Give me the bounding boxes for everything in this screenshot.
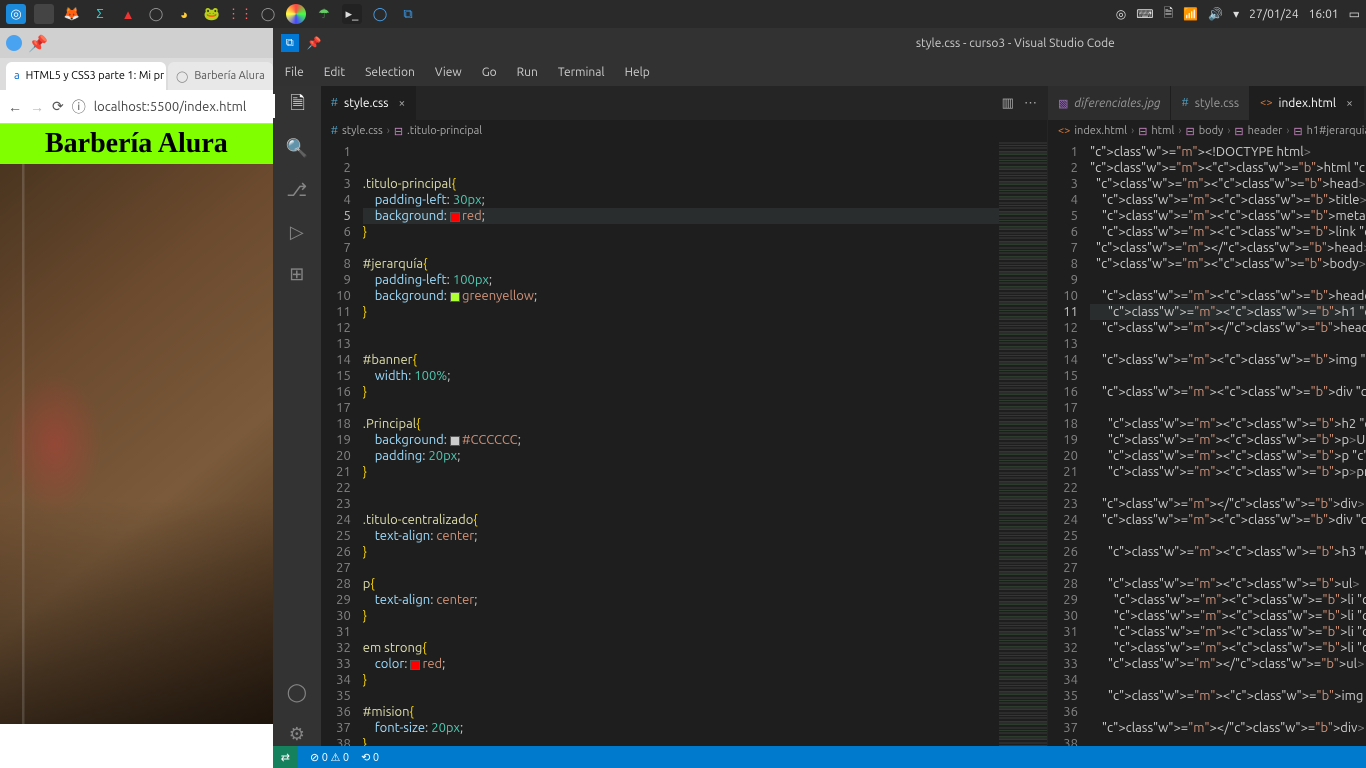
terminal-icon[interactable]: ▸_ (342, 4, 362, 24)
vscode-icon[interactable]: ⧉ (398, 4, 418, 24)
time: 16:01 (1309, 8, 1339, 21)
chromium-icon (6, 35, 22, 51)
taskbar-apps: ◎ 🦊 ʃ ▲ ◯ ◕ 🐸 ⋮⋮ ◯ ☂ ▸_ ◯ ⧉ (6, 4, 418, 24)
search-icon[interactable]: 🔍 (285, 136, 309, 160)
run-debug-icon[interactable]: ▷ (285, 220, 309, 244)
breadcrumb[interactable]: # style.css › ⊟ .titulo-principal (321, 120, 1047, 142)
pin-icon[interactable]: 📌 (28, 34, 48, 53)
menu-view[interactable]: View (427, 64, 470, 81)
app-icon[interactable]: ◯ (146, 4, 166, 24)
os-taskbar: ◎ 🦊 ʃ ▲ ◯ ◕ 🐸 ⋮⋮ ◯ ☂ ▸_ ◯ ⧉ ◎ ⌨ 🗎 📶 🔊 ▾ … (0, 0, 1366, 28)
vscode-titlebar: ⧉ 📌 style.css - curso3 - Visual Studio C… (273, 28, 1366, 58)
favicon-icon: ◯ (176, 70, 188, 83)
wifi-icon[interactable]: 📶 (1183, 7, 1198, 21)
css-file-icon: # (331, 97, 338, 109)
date: 27/01/24 (1249, 8, 1298, 21)
page-banner-image (0, 164, 273, 724)
menu-terminal[interactable]: Terminal (550, 64, 613, 81)
tab-title: Barbería Alura (194, 70, 264, 82)
browser-tab[interactable]: ◯ Barbería Alura (168, 62, 273, 90)
image-file-icon: ▧ (1058, 97, 1068, 110)
browser-viewport: Barbería Alura (0, 124, 273, 768)
tab-index-html[interactable]: <> index.html × (1250, 86, 1364, 120)
menu-icon[interactable]: ▾ (1233, 7, 1239, 21)
tab-bar: # style.css × ▥ ⋯ (321, 86, 1047, 120)
minimap[interactable] (999, 142, 1047, 746)
taskbar-tray: ◎ ⌨ 🗎 📶 🔊 ▾ 27/01/24 16:01 ▭ (1116, 4, 1360, 25)
account-icon[interactable]: ◯ (285, 680, 309, 704)
close-icon[interactable]: × (398, 97, 405, 110)
tab-title: diferenciales.jpg (1074, 97, 1160, 110)
tab-title: style.css (344, 97, 388, 110)
source-control-icon[interactable]: ⎇ (285, 178, 309, 202)
favicon-icon: a (14, 70, 20, 82)
page-title: Barbería Alura (0, 124, 273, 164)
keyboard-icon[interactable]: ⌨ (1136, 7, 1153, 21)
chromium-icon[interactable]: ◯ (370, 4, 390, 24)
tab-title: style.css (1195, 97, 1239, 110)
tab-diferenciales-jpg[interactable]: ▧ diferenciales.jpg (1048, 86, 1172, 120)
split-editor-icon[interactable]: ▥ (1002, 96, 1014, 111)
menu-help[interactable]: Help (617, 64, 658, 81)
browser-toolbar: ← → ⟳ ⓘ localhost:5500/index.html (0, 90, 273, 124)
site-info-icon[interactable]: ⓘ (72, 97, 86, 117)
reload-icon[interactable]: ⟳ (52, 98, 64, 115)
app-icon[interactable]: ⋮⋮ (230, 4, 250, 24)
menu-run[interactable]: Run (509, 64, 546, 81)
app-icon[interactable]: 🦊 (62, 4, 82, 24)
remote-indicator[interactable]: ⇄ (273, 746, 298, 768)
app-icon[interactable] (286, 4, 306, 24)
tab-bar: ▧ diferenciales.jpg # style.css <> index… (1048, 86, 1366, 120)
address-bar[interactable]: localhost:5500/index.html (94, 100, 247, 114)
menu-file[interactable]: File (277, 64, 312, 81)
browser-window: 📌 a HTML5 y CSS3 parte 1: Mi pr × ◯ Barb… (0, 28, 273, 768)
forward-icon[interactable]: → (30, 99, 44, 115)
close-icon[interactable]: × (1346, 97, 1353, 110)
editor-group-left: # style.css × ▥ ⋯ # style.css › ⊟ (321, 86, 1048, 746)
app-icon[interactable]: ◎ (6, 4, 26, 24)
volume-icon[interactable]: 🔊 (1208, 7, 1223, 21)
vscode-logo-icon: ⧉ (281, 34, 299, 52)
app-icon[interactable]: ☂ (314, 4, 334, 24)
html-file-icon: <> (1260, 97, 1272, 109)
tab-title: HTML5 y CSS3 parte 1: Mi pr (26, 70, 165, 82)
app-icon[interactable]: ▲ (118, 4, 138, 24)
tray-icon[interactable]: ▭ (1349, 7, 1360, 21)
code-editor-css[interactable]: 1234567891011121314151617181920212223242… (321, 142, 1047, 746)
browser-titlebar: 📌 (0, 28, 273, 58)
tray-icon[interactable]: ◎ (1116, 7, 1126, 21)
css-file-icon: # (1181, 97, 1188, 109)
activity-bar: 🗎 🔍 ⎇ ▷ ⊞ ◯ ⚙ (273, 86, 321, 746)
settings-icon[interactable]: ⚙ (285, 722, 309, 746)
app-icon[interactable]: ◯ (258, 4, 278, 24)
more-icon[interactable]: ⋯ (1024, 96, 1037, 111)
tab-title: index.html (1279, 97, 1337, 110)
menu-selection[interactable]: Selection (357, 64, 423, 81)
vscode-window: ⧉ 📌 style.css - curso3 - Visual Studio C… (273, 28, 1366, 768)
window-title: style.css - curso3 - Visual Studio Code (334, 37, 1366, 50)
menu-go[interactable]: Go (474, 64, 505, 81)
browser-tabs: a HTML5 y CSS3 parte 1: Mi pr × ◯ Barber… (0, 58, 273, 90)
explorer-icon[interactable]: 🗎 (273, 94, 321, 118)
tab-style-css[interactable]: # style.css (1171, 86, 1250, 120)
pin-icon[interactable]: 📌 (307, 36, 322, 50)
back-icon[interactable]: ← (8, 99, 22, 115)
app-icon[interactable]: ◕ (174, 4, 194, 24)
menu-edit[interactable]: Edit (316, 64, 353, 81)
tray-icon[interactable]: 🗎 (1164, 4, 1174, 25)
app-icon[interactable] (34, 4, 54, 24)
menubar: File Edit Selection View Go Run Terminal… (273, 58, 1366, 86)
app-icon[interactable]: ʃ (90, 4, 110, 24)
extensions-icon[interactable]: ⊞ (285, 262, 309, 286)
editor-group-right: ▧ diferenciales.jpg # style.css <> index… (1048, 86, 1366, 746)
tab-style-css[interactable]: # style.css × (321, 86, 416, 120)
code-editor-html[interactable]: 1234567891011121314151617181920212223242… (1048, 142, 1366, 746)
browser-tab[interactable]: a HTML5 y CSS3 parte 1: Mi pr × (6, 62, 166, 90)
radio-icon[interactable]: ⟲ 0 (361, 751, 379, 764)
errors-count[interactable]: ⊘ 0 ⚠ 0 (310, 751, 349, 764)
app-icon[interactable]: 🐸 (202, 4, 222, 24)
status-bar: ⇄ ⊘ 0 ⚠ 0 ⟲ 0 Ln 5, Col 21 Spaces: 4 UTF… (273, 746, 1366, 768)
breadcrumb[interactable]: <> index.html ›⊟ html ›⊟ body ›⊟ header … (1048, 120, 1366, 142)
